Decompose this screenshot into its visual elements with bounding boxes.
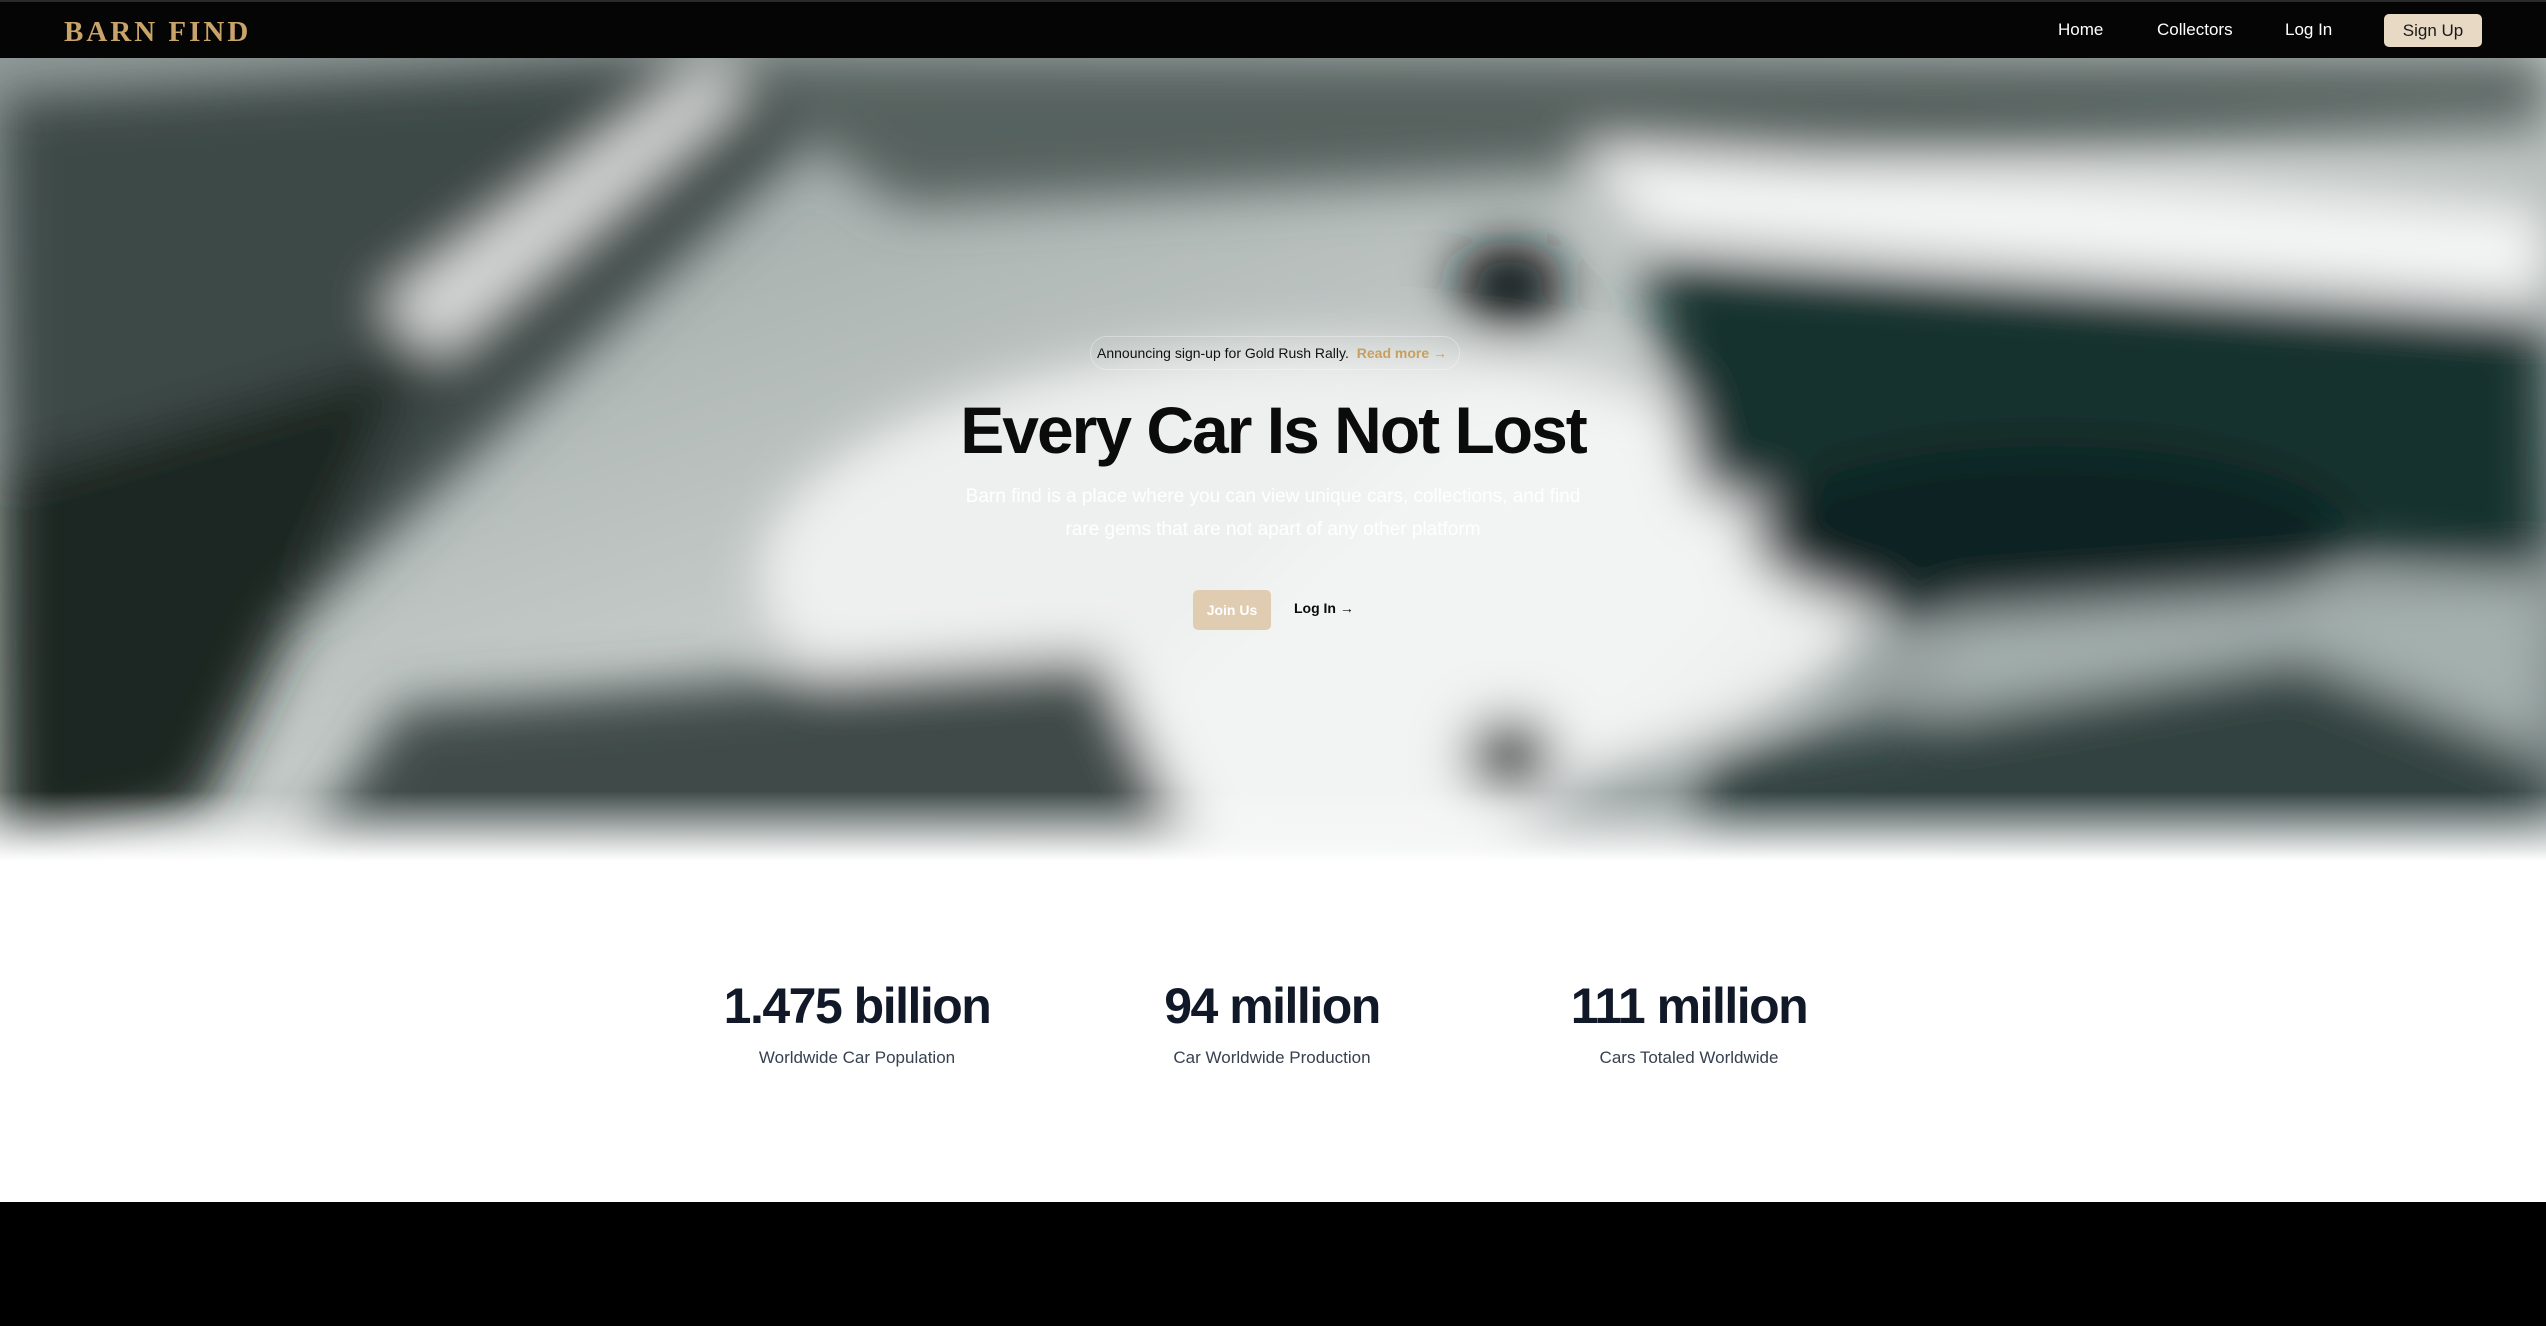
stat-value: 94 million [1164, 978, 1381, 1034]
stat-car-production: 94 million Car Worldwide Production [1072, 974, 1472, 1068]
nav-link-collectors[interactable]: Collectors [2157, 20, 2233, 40]
stat-cars-totaled: 111 million Cars Totaled Worldwide [1489, 974, 1889, 1068]
stat-label: Worldwide Car Population [758, 1048, 956, 1067]
page-footer [0, 1202, 2546, 1326]
read-more-link[interactable]: Read more → [1357, 345, 1447, 361]
hero-section: Announcing sign-up for Gold Rush Rally. … [0, 56, 2546, 861]
stat-label: Cars Totaled Worldwide [1599, 1048, 1779, 1067]
sign-up-button[interactable]: Sign Up [2384, 14, 2482, 47]
stat-value: 111 million [1570, 978, 1809, 1034]
stat-label: Car Worldwide Production [1173, 1048, 1371, 1067]
stat-car-population: 1.475 billion Worldwide Car Population [657, 974, 1057, 1068]
join-us-button[interactable]: Join Us [1193, 590, 1271, 630]
top-navbar: BARN FIND Home Collectors Log In Sign Up [0, 0, 2546, 58]
hero-log-in-link[interactable]: Log In → [1294, 600, 1354, 616]
hero-subtitle: Barn find is a place where you can view … [965, 486, 1581, 540]
stat-value: 1.475 billion [723, 978, 992, 1034]
hero-title: Every Car Is Not Lost [960, 393, 1588, 467]
announcement-text: Announcing sign-up for Gold Rush Rally. [1097, 345, 1349, 361]
hero-bottom-fade [0, 791, 2546, 861]
nav-link-home[interactable]: Home [2058, 20, 2103, 40]
announcement-pill: Announcing sign-up for Gold Rush Rally. … [1090, 336, 1461, 370]
nav-link-log-in[interactable]: Log In [2285, 20, 2332, 40]
brand-logo[interactable]: BARN FIND [64, 16, 251, 49]
